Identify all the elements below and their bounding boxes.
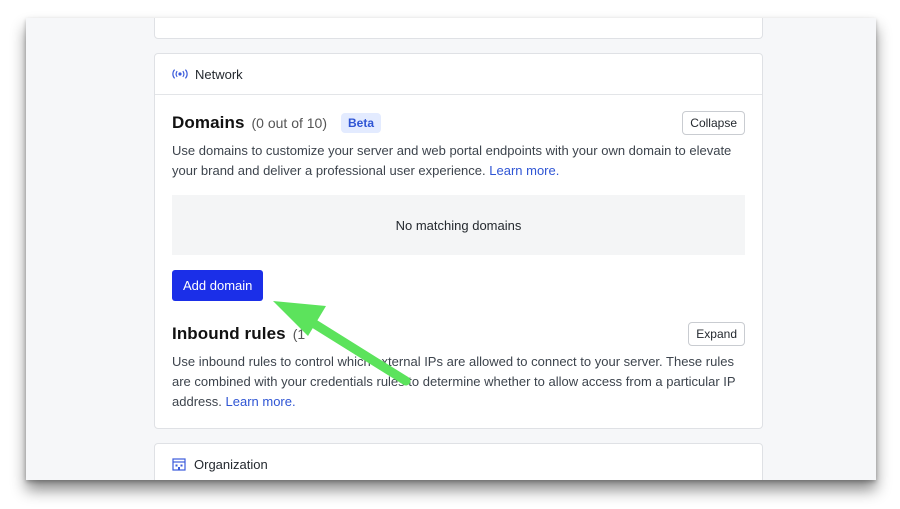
domains-title: Domains	[172, 113, 245, 132]
organization-card-header: Organization	[155, 444, 762, 480]
inbound-learn-more-link[interactable]: Learn more.	[226, 394, 296, 409]
domains-learn-more-link[interactable]: Learn more.	[489, 163, 559, 178]
network-card-header: Network	[155, 54, 762, 95]
domains-section: Domains (0 out of 10) Beta Collapse Use …	[172, 111, 745, 181]
domains-count: (0 out of 10)	[251, 115, 328, 131]
organization-title: Organization	[194, 456, 268, 472]
network-title: Network	[195, 66, 243, 82]
domains-description-text: Use domains to customize your server and…	[172, 143, 732, 178]
inbound-description: Use inbound rules to control which exter…	[172, 352, 745, 412]
inbound-title-row: Inbound rules (1	[172, 322, 745, 346]
inbound-rules-section: Inbound rules (1 Expand Use inbound rule…	[172, 322, 745, 412]
add-domain-button[interactable]: Add domain	[172, 270, 264, 301]
collapse-button[interactable]: Collapse	[682, 111, 745, 135]
network-card: Network Domains (0 out of 10) Beta Colla…	[154, 53, 763, 429]
organization-card: Organization	[154, 443, 763, 480]
beta-badge: Beta	[341, 113, 382, 133]
empty-domains-state: No matching domains	[172, 195, 745, 255]
domains-title-row: Domains (0 out of 10) Beta	[172, 111, 745, 135]
domains-description: Use domains to customize your server and…	[172, 141, 745, 181]
radio-waves-icon	[172, 69, 188, 79]
app-window: Network Domains (0 out of 10) Beta Colla…	[26, 18, 876, 480]
previous-card	[154, 18, 763, 39]
empty-domains-text: No matching domains	[395, 217, 522, 233]
expand-button[interactable]: Expand	[688, 322, 745, 346]
building-icon	[172, 457, 186, 471]
inbound-rules-title: Inbound rules	[172, 324, 286, 343]
inbound-rules-count: (1	[292, 326, 306, 342]
